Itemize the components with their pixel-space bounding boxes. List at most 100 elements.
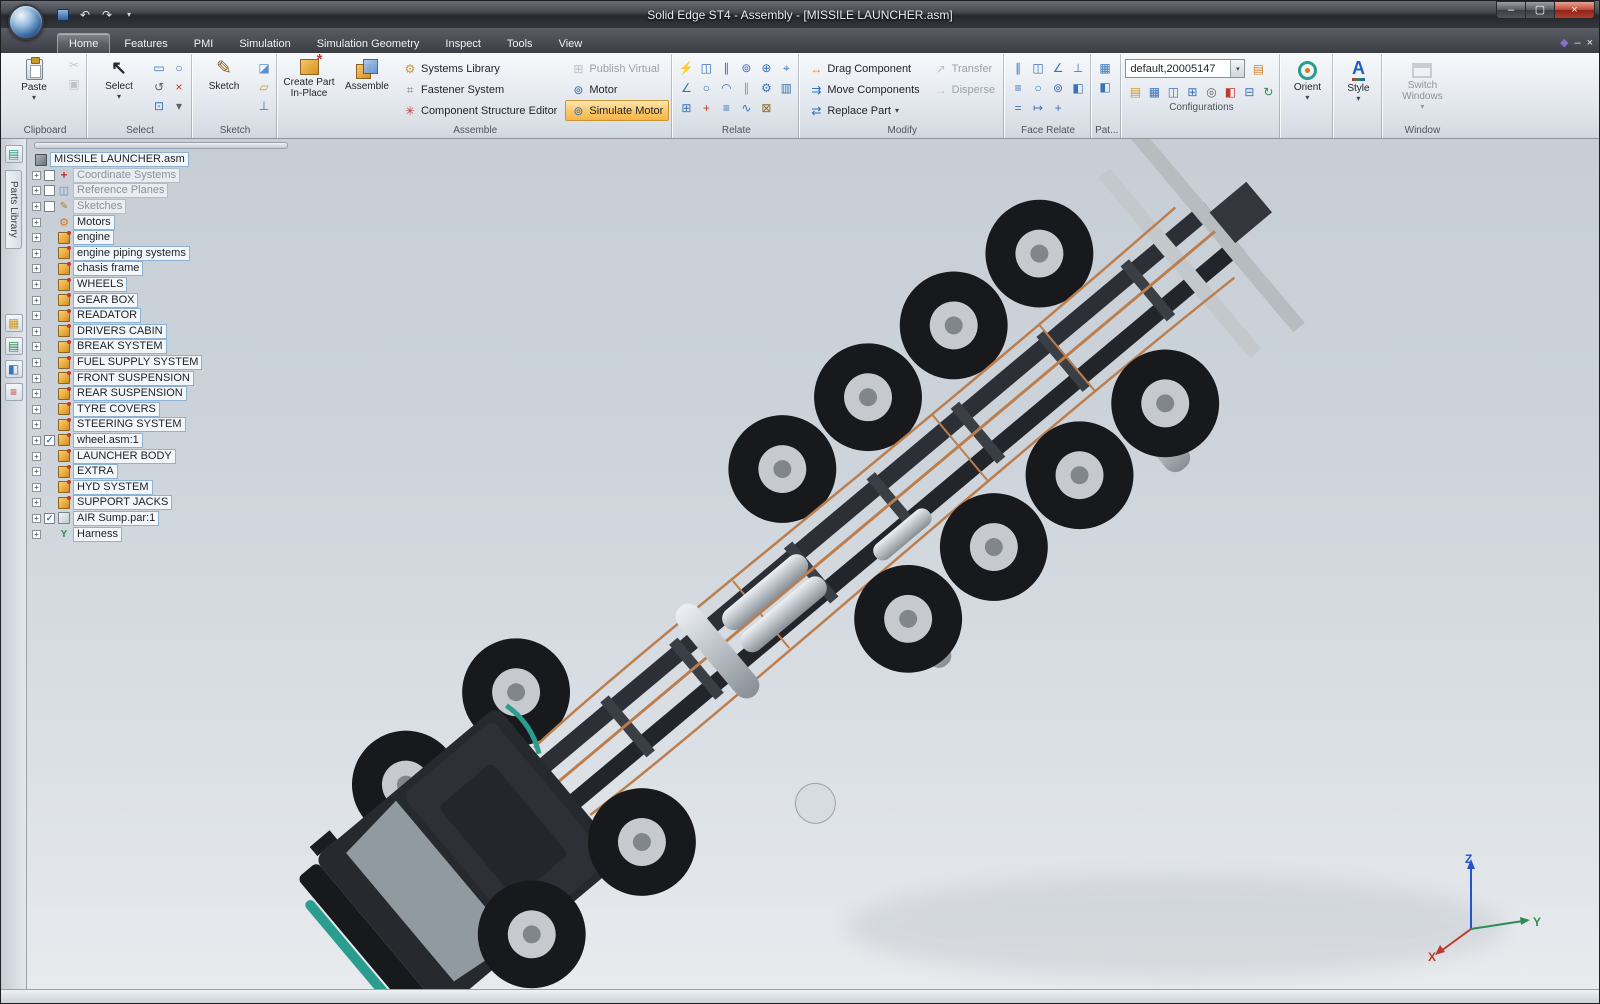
drag-component-button[interactable]: ↔ Drag Component ▾ xyxy=(803,58,925,79)
cut-icon[interactable]: ✂ xyxy=(64,55,84,74)
edgebar-home-icon[interactable]: ▤ xyxy=(4,145,23,163)
lock-icon[interactable]: ⊠ xyxy=(756,98,776,117)
family-of-parts-icon[interactable]: ▤ xyxy=(1248,59,1268,78)
transfer-button[interactable]: ↗ Transfer xyxy=(928,58,1001,79)
layers-icon[interactable]: ≡ xyxy=(4,382,23,401)
tree-item[interactable]: + ✓ FUEL SUPPLY SYSTEM xyxy=(32,355,294,371)
expand-icon[interactable]: + xyxy=(32,311,41,321)
tree-item[interactable]: + ✓ STEERING SYSTEM xyxy=(32,417,294,433)
tree-item-label[interactable]: FUEL SUPPLY SYSTEM xyxy=(73,355,203,371)
tree-item[interactable]: + ✓ SUPPORT JACKS xyxy=(32,495,294,511)
expand-icon[interactable]: + xyxy=(32,467,41,477)
face-fix-icon[interactable]: + xyxy=(1048,98,1068,117)
configuration-combobox[interactable]: default,20005147 ▾ xyxy=(1125,59,1246,78)
face-tangent-icon[interactable]: ○ xyxy=(1028,78,1048,97)
face-perpendicular-icon[interactable]: ⊥ xyxy=(1068,58,1088,77)
graphics-viewport[interactable]: MISSILE LAUNCHER.asm + ✓ Coordinate Syst… xyxy=(27,139,1599,989)
tree-item[interactable]: + ✓ WHEELS xyxy=(32,277,294,293)
ribbon-tab[interactable]: Inspect xyxy=(433,33,492,53)
replace-part-button[interactable]: ⇄ Replace Part ▾ xyxy=(803,100,925,121)
tree-item[interactable]: + ✓ Sketches xyxy=(32,199,294,215)
expand-icon[interactable]: + xyxy=(32,202,41,212)
tree-item-label[interactable]: BREAK SYSTEM xyxy=(73,339,167,355)
quick-access-customize-icon[interactable]: ▾ xyxy=(119,6,139,24)
tree-item-label[interactable]: engine piping systems xyxy=(73,245,190,261)
copy-icon[interactable]: ▣ xyxy=(64,74,84,93)
assemble-button[interactable]: Assemble xyxy=(339,55,395,119)
configuration-combobox-dropdown-icon[interactable]: ▾ xyxy=(1230,60,1245,77)
tree-item-label[interactable]: TYRE COVERS xyxy=(73,401,160,417)
redo-icon[interactable]: ↷ xyxy=(97,6,117,24)
face-offset-icon[interactable]: ↦ xyxy=(1028,98,1048,117)
tree-item-label[interactable]: AIR Sump.par:1 xyxy=(73,510,160,526)
tree-item[interactable]: + ✓ Reference Planes xyxy=(32,183,294,199)
minimize-ribbon-icon[interactable]: – xyxy=(1574,38,1580,49)
refresh-config-icon[interactable]: ↻ xyxy=(1258,82,1278,101)
sketch-plane-icon[interactable]: ◪ xyxy=(254,58,274,77)
face-concentric-icon[interactable]: ⊚ xyxy=(1048,78,1068,97)
tree-item[interactable]: + ✓ LAUNCHER BODY xyxy=(32,448,294,464)
tree-item[interactable]: + ✓ BREAK SYSTEM xyxy=(32,339,294,355)
document-close-icon[interactable]: × xyxy=(1587,38,1593,49)
tree-item[interactable]: + ✓ READATOR xyxy=(32,308,294,324)
alternate-assemblies-icon[interactable]: ◧ xyxy=(4,359,23,378)
zones-icon[interactable]: ▦ xyxy=(1144,82,1164,101)
disperse-button[interactable]: → Disperse xyxy=(928,79,1001,100)
tree-item-label[interactable]: chasis frame xyxy=(73,261,144,277)
tree-item-label[interactable]: Reference Planes xyxy=(73,183,169,199)
tree-item[interactable]: + ✓ wheel.asm:1 xyxy=(32,432,294,449)
select-prior-icon[interactable]: ↺ xyxy=(149,77,169,96)
tree-item[interactable]: + ✓ EXTRA xyxy=(32,464,294,480)
close-button[interactable]: × xyxy=(1554,1,1595,19)
match-coordinate-icon[interactable]: + xyxy=(696,98,716,117)
expand-icon[interactable]: + xyxy=(32,358,41,368)
style-dropdown-icon[interactable]: ▾ xyxy=(1356,95,1360,103)
connect-icon[interactable]: ⌖ xyxy=(776,58,796,77)
tree-item[interactable]: + ✓ engine xyxy=(32,230,294,246)
move-components-button[interactable]: ⇉ Move Components ▾ xyxy=(803,79,925,100)
ribbon-tab[interactable]: Tools xyxy=(495,33,545,53)
gem-icon[interactable]: ◆ xyxy=(1560,38,1568,49)
tree-item[interactable]: + ✓ TYRE COVERS xyxy=(32,401,294,418)
tree-item-label[interactable]: HYD SYSTEM xyxy=(73,479,153,495)
fastener-system-button[interactable]: ⌗ Fastener System ▾ xyxy=(397,79,563,100)
style-button[interactable]: A Style ▾ xyxy=(1337,55,1379,119)
switch-windows-button[interactable]: Switch Windows ▾ xyxy=(1386,55,1458,119)
center-plane-icon[interactable]: ▥ xyxy=(776,78,796,97)
expand-icon[interactable]: + xyxy=(32,482,41,492)
expand-icon[interactable]: + xyxy=(32,326,41,336)
face-equal-icon[interactable]: = xyxy=(1008,98,1028,117)
gear-relation-icon[interactable]: ⚙ xyxy=(756,78,776,97)
orient-dropdown-icon[interactable]: ▾ xyxy=(1305,94,1309,102)
expand-icon[interactable]: + xyxy=(32,529,41,539)
insert-icon[interactable]: ⊕ xyxy=(756,58,776,77)
family-of-parts-panel-icon[interactable]: ▤ xyxy=(4,336,23,355)
simulate-motor-button[interactable]: ⊚ Simulate Motor ▾ xyxy=(565,100,670,121)
visibility-checkbox[interactable]: ✓ xyxy=(44,512,55,524)
assembly-root-label[interactable]: MISSILE LAUNCHER.asm xyxy=(50,152,189,168)
expand-icon[interactable]: + xyxy=(32,248,41,258)
motor-button[interactable]: ⊚ Motor ▾ xyxy=(565,79,669,100)
tree-item-label[interactable]: GEAR BOX xyxy=(73,292,139,308)
face-angle-icon[interactable]: ∠ xyxy=(1048,58,1068,77)
parts-library-tab[interactable]: Parts Library xyxy=(5,170,22,249)
sketch-relations-icon[interactable]: ⊥ xyxy=(254,96,274,115)
expand-icon[interactable]: + xyxy=(32,404,41,414)
visibility-checkbox[interactable]: ✓ xyxy=(44,434,55,446)
face-planar-align-icon[interactable]: ∥ xyxy=(1008,58,1028,77)
select-options-icon[interactable]: ▾ xyxy=(169,96,189,115)
expand-icon[interactable]: + xyxy=(32,342,41,352)
tree-item[interactable]: + ✓ AIR Sump.par:1 xyxy=(32,510,294,527)
expand-icon[interactable]: + xyxy=(32,389,41,399)
paste-dropdown-icon[interactable]: ▾ xyxy=(32,94,36,102)
expand-icon[interactable]: + xyxy=(32,451,41,461)
clear-selection-icon[interactable]: × xyxy=(169,77,189,96)
tangent-icon[interactable]: ○ xyxy=(696,78,716,97)
expand-icon[interactable]: + xyxy=(32,498,41,508)
save-icon[interactable] xyxy=(53,6,73,24)
tree-item-label[interactable]: EXTRA xyxy=(73,464,118,480)
planar-align-icon[interactable]: ∥ xyxy=(716,58,736,77)
cam-icon[interactable]: ◠ xyxy=(716,78,736,97)
expand-icon[interactable]: + xyxy=(32,435,41,445)
visibility-checkbox[interactable]: ✓ xyxy=(44,185,55,197)
